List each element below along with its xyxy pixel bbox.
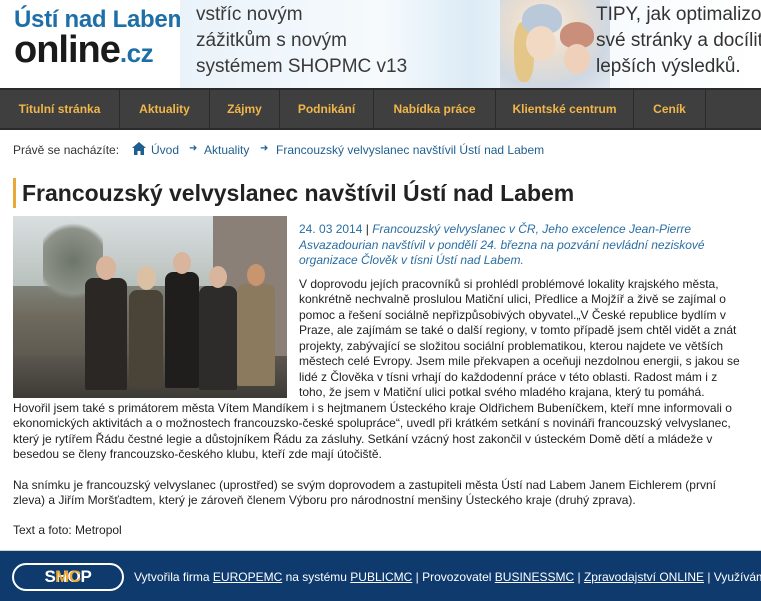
article-date: 24. 03 2014 — [299, 222, 363, 236]
shopmc-logo-text: SHOP MC — [14, 565, 122, 589]
article-credit: Text a foto: Metropol — [13, 522, 122, 537]
article-title: Francouzský velvyslanec navštívil Ústí n… — [22, 180, 575, 206]
nav-item-zajmy[interactable]: Zájmy — [210, 90, 280, 128]
footer-text: | Využíváme — [707, 570, 761, 584]
shopmc-logo[interactable]: SHOP MC — [12, 563, 124, 591]
banner-line: systémem SHOPMC v13 — [196, 56, 408, 77]
breadcrumb-home-link[interactable]: Úvod — [151, 143, 179, 157]
footer-link-zpravodajstvi[interactable]: Zpravodajství ONLINE — [584, 570, 704, 584]
photo-caption: Na snímku je francouzský velvyslanec (up… — [13, 477, 716, 508]
main-nav: Titulní stránka Aktuality Zájmy Podnikán… — [0, 88, 761, 130]
nav-item-nabidka-prace[interactable]: Nabídka práce — [374, 90, 496, 128]
footer-link-businessmc[interactable]: BUSINESSMC — [495, 570, 574, 584]
lead-separator: | — [362, 222, 373, 236]
breadcrumb-arrow-icon: ➜ — [189, 143, 198, 154]
nav-item-aktuality[interactable]: Aktuality — [120, 90, 210, 128]
article-paragraph: Hovořil jsem také s primátorem města Vít… — [13, 400, 732, 462]
footer-link-publicmc[interactable]: PUBLICMC — [350, 570, 412, 584]
title-accent-bar — [13, 178, 16, 208]
banner-tip: TIPY, jak optimalizov své stránky a docí… — [596, 2, 761, 80]
nav-item-titulni-stranka[interactable]: Titulní stránka — [0, 90, 120, 128]
ad-banner[interactable]: vstříc novým zážitkům s novým systémem S… — [180, 0, 761, 88]
logo-brand-word: online — [14, 29, 121, 71]
article-lead: 24. 03 2014 | Francouzský velvyslanec v … — [299, 222, 741, 269]
nav-item-cenik[interactable]: Ceník — [634, 90, 706, 128]
footer-link-europemc[interactable]: EUROPEMC — [213, 570, 282, 584]
footer-text: | Provozovatel — [412, 570, 495, 584]
shopmc-logo-mc: MC — [55, 567, 81, 586]
banner-tip-line: své stránky a docílit — [596, 30, 761, 51]
breadcrumb-arrow-icon: ➜ — [260, 143, 269, 154]
article-paragraph: V doprovodu jejích pracovníků si prohléd… — [299, 276, 740, 400]
nav-item-podnikani[interactable]: Podnikání — [280, 90, 374, 128]
breadcrumb-section-link[interactable]: Aktuality — [204, 143, 249, 157]
home-icon[interactable] — [132, 142, 146, 155]
breadcrumb: Právě se nacházíte: Úvod ➜ Aktuality ➜ F… — [0, 130, 761, 166]
article: Francouzský velvyslanec navštívil Ústí n… — [0, 166, 761, 550]
breadcrumb-label: Právě se nacházíte: — [13, 143, 120, 157]
banner-slogan: vstříc novým zážitkům s novým systémem S… — [196, 2, 407, 80]
breadcrumb-current: Francouzský velvyslanec navštívil Ústí n… — [276, 143, 545, 157]
banner-line: vstříc novým — [196, 4, 303, 25]
banner-tip-line: TIPY, jak optimalizov — [596, 4, 761, 25]
site-header: Ústí nad Labem online.cz vstříc novým zá… — [0, 0, 761, 88]
nav-item-klientske-centrum[interactable]: Klientské centrum — [496, 90, 634, 128]
banner-tip-line: lepších výsledků. — [596, 56, 741, 77]
footer-text: Vytvořila firma — [134, 570, 213, 584]
banner-photo — [500, 0, 610, 88]
footer-credits: Vytvořila firma EUROPEMC na systému PUBL… — [134, 570, 761, 584]
banner-line: zážitkům s novým — [196, 30, 347, 51]
footer-text: na systému — [282, 570, 351, 584]
footer-text: | — [574, 570, 584, 584]
logo-tld: .cz — [119, 38, 154, 68]
logo-brand: online.cz — [14, 29, 154, 73]
site-footer: SHOP MC Vytvořila firma EUROPEMC na systé… — [0, 550, 761, 601]
site-logo[interactable]: Ústí nad Labem online.cz — [14, 4, 189, 74]
article-body: 24. 03 2014 | Francouzský velvyslanec v … — [13, 222, 741, 538]
